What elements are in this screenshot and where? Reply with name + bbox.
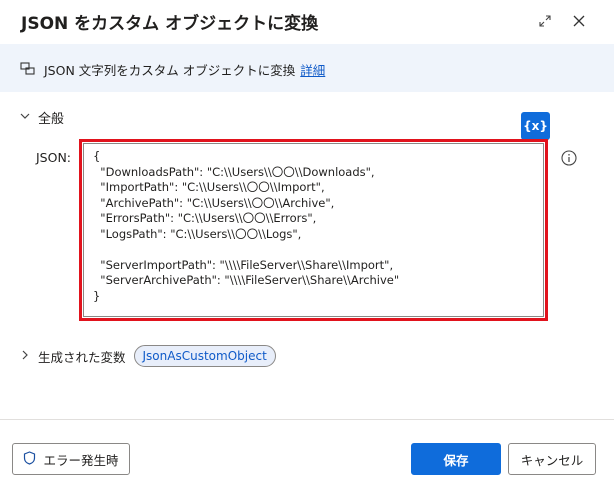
section-general-label: 全般 — [38, 112, 65, 127]
action-icon — [20, 60, 36, 80]
dialog-title: JSON をカスタム オブジェクトに変換 — [21, 14, 319, 34]
insert-variable-button[interactable]: {x} — [521, 112, 550, 140]
section-variables-label: 生成された変数 — [38, 349, 126, 365]
footer-divider — [0, 419, 614, 420]
chevron-right-icon — [20, 350, 30, 363]
info-circle-icon[interactable] — [561, 150, 577, 166]
json-label: JSON: — [36, 150, 72, 165]
save-button[interactable]: 保存 — [411, 443, 501, 475]
variable-pill[interactable]: JsonAsCustomObject — [133, 345, 276, 367]
cancel-button[interactable]: キャンセル — [508, 443, 596, 475]
on-error-label: エラー発生時 — [43, 452, 119, 468]
close-icon[interactable] — [566, 8, 592, 34]
on-error-button[interactable]: エラー発生時 — [12, 443, 130, 475]
chevron-down-icon — [20, 111, 30, 124]
dialog-titlebar: JSON をカスタム オブジェクトに変換 — [0, 0, 614, 44]
json-value[interactable]: { "DownloadsPath": "C:\\Users\\〇〇\\Downl… — [93, 149, 399, 304]
info-description: JSON 文字列をカスタム オブジェクトに変換 — [44, 63, 296, 78]
shield-icon — [23, 450, 36, 468]
expand-icon[interactable] — [532, 8, 558, 34]
section-general[interactable]: 全般 — [20, 108, 64, 127]
details-link[interactable]: 詳細 — [300, 63, 325, 78]
info-text: JSON 文字列をカスタム オブジェクトに変換 詳細 — [44, 60, 325, 79]
section-variables[interactable]: 生成された変数 JsonAsCustomObject — [20, 345, 276, 367]
